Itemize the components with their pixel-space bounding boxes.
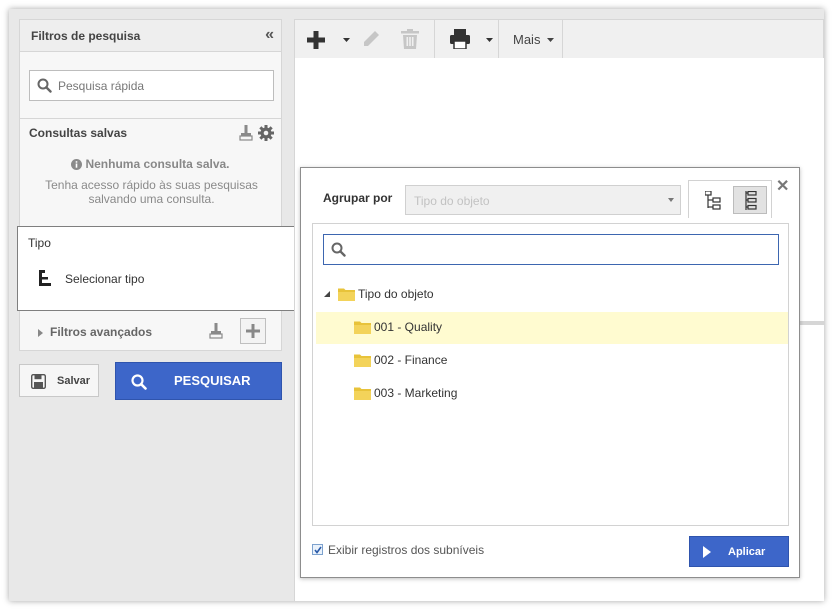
- search-icon: [131, 374, 147, 390]
- group-by-select[interactable]: Tipo do objeto: [405, 185, 681, 215]
- save-button[interactable]: Salvar: [19, 364, 99, 397]
- tree-item[interactable]: 003 - Marketing: [316, 378, 788, 410]
- chevron-down-icon[interactable]: [486, 38, 493, 42]
- chevron-down-icon: [547, 38, 554, 42]
- folder-icon: [354, 354, 371, 367]
- quick-search-input[interactable]: Pesquisa rápida: [29, 70, 274, 101]
- tree-root[interactable]: Tipo do objeto: [316, 279, 788, 311]
- clear-filter-icon[interactable]: [239, 125, 253, 141]
- folder-icon: [338, 288, 355, 301]
- trash-icon[interactable]: [401, 29, 419, 49]
- main-toolbar: Mais: [294, 19, 824, 59]
- chevron-down-icon: [668, 198, 674, 202]
- group-by-placeholder: Tipo do objeto: [414, 194, 490, 208]
- tree-item-label: 003 - Marketing: [374, 386, 458, 400]
- divider: [20, 118, 281, 119]
- tree-panel: Tipo do objeto 001 - Quality 002 - Finan…: [312, 223, 789, 526]
- checkmark-icon: [314, 546, 322, 554]
- tree-view-icon: [705, 191, 721, 210]
- apply-label: Aplicar: [728, 546, 766, 558]
- folder-icon: [354, 321, 371, 334]
- search-label: PESQUISAR: [174, 373, 251, 388]
- saved-query-hint: Tenha acesso rápido às suas pesquisas sa…: [45, 178, 258, 206]
- expand-collapse-icon[interactable]: [324, 291, 330, 297]
- tree-search-input[interactable]: [323, 234, 779, 265]
- no-saved-query-message: Nenhuma consulta salva.: [20, 157, 281, 171]
- no-saved-query-text: Nenhuma consulta salva.: [85, 157, 230, 171]
- tree-item[interactable]: 001 - Quality: [316, 312, 788, 344]
- plus-icon: [246, 324, 260, 338]
- panel-title: Filtros de pesquisa: [31, 29, 141, 43]
- play-icon: [703, 546, 711, 558]
- quick-search-placeholder: Pesquisa rápida: [58, 79, 145, 93]
- select-type-link[interactable]: Selecionar tipo: [65, 272, 144, 286]
- list-view-tab[interactable]: [733, 186, 767, 214]
- folder-icon: [354, 387, 371, 400]
- list-tree-icon: [745, 191, 757, 210]
- tree-item-label: 002 - Finance: [374, 353, 448, 367]
- tree-item[interactable]: 002 - Finance: [316, 345, 788, 377]
- show-sublevels-checkbox[interactable]: [312, 544, 323, 555]
- advanced-filters-label: Filtros avançados: [50, 325, 153, 339]
- search-icon: [331, 242, 346, 257]
- tree-structure-icon: [39, 270, 51, 286]
- gear-icon[interactable]: [258, 125, 274, 141]
- add-filter-button[interactable]: [240, 318, 266, 344]
- info-icon: [71, 159, 83, 170]
- toolbar-divider: [434, 20, 435, 58]
- apply-button[interactable]: Aplicar: [689, 536, 789, 567]
- clear-filter-icon[interactable]: [209, 323, 223, 339]
- printer-icon[interactable]: [450, 29, 470, 49]
- saved-queries-label: Consultas salvas: [29, 126, 128, 140]
- chevron-down-icon[interactable]: [343, 38, 350, 42]
- tree-root-label: Tipo do objeto: [358, 287, 434, 301]
- panel-header: Filtros de pesquisa «: [20, 20, 281, 52]
- close-icon[interactable]: ✕: [776, 176, 789, 196]
- tree-view-tab[interactable]: [696, 186, 730, 214]
- save-label: Salvar: [57, 375, 91, 387]
- show-sublevels-label: Exibir registros dos subníveis: [328, 543, 485, 557]
- view-mode-tabs: [688, 180, 772, 218]
- toolbar-divider: [498, 20, 499, 58]
- edit-icon[interactable]: [362, 30, 380, 48]
- more-menu-button[interactable]: Mais: [513, 32, 540, 47]
- group-by-dialog: Agrupar por Tipo do objeto ✕ Tipo do obj…: [300, 167, 800, 578]
- collapse-panel-icon[interactable]: «: [265, 26, 274, 44]
- add-icon[interactable]: [307, 31, 325, 49]
- tree-item-label: 001 - Quality: [374, 320, 443, 334]
- type-filter-popup: Tipo Selecionar tipo: [17, 226, 301, 311]
- group-by-label: Agrupar por: [323, 191, 393, 205]
- toolbar-divider: [562, 20, 563, 58]
- search-button[interactable]: PESQUISAR: [115, 362, 282, 400]
- floppy-disk-icon: [31, 374, 46, 389]
- caret-right-icon: [38, 329, 43, 337]
- search-icon: [37, 78, 52, 93]
- type-label: Tipo: [28, 236, 51, 250]
- advanced-filters-row[interactable]: Filtros avançados: [20, 315, 281, 351]
